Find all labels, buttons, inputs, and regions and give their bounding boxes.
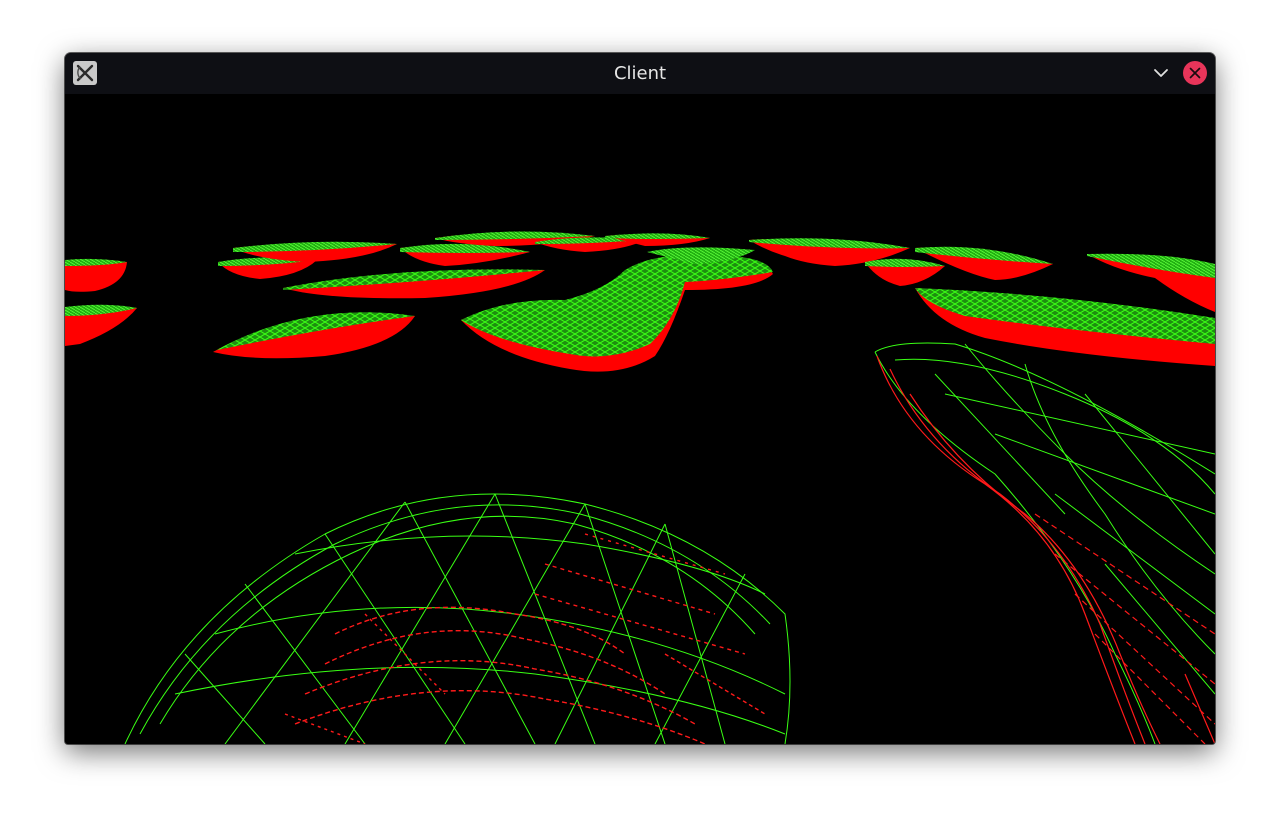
title-bar[interactable]: Client	[65, 53, 1215, 95]
close-icon	[1183, 61, 1207, 85]
near-dome-wireframe	[124, 493, 791, 744]
3d-viewport[interactable]	[65, 94, 1215, 744]
distant-islands	[65, 231, 1215, 372]
wireframe-scene	[65, 231, 1215, 744]
chevron-down-icon	[1154, 69, 1168, 77]
close-button[interactable]	[1183, 61, 1207, 85]
right-near-island-fill	[876, 355, 1215, 744]
minimize-button[interactable]	[1151, 63, 1171, 83]
right-near-island	[874, 342, 1215, 744]
client-window: Client	[65, 53, 1215, 744]
window-title: Client	[613, 63, 667, 84]
near-dome-fill	[284, 533, 766, 744]
